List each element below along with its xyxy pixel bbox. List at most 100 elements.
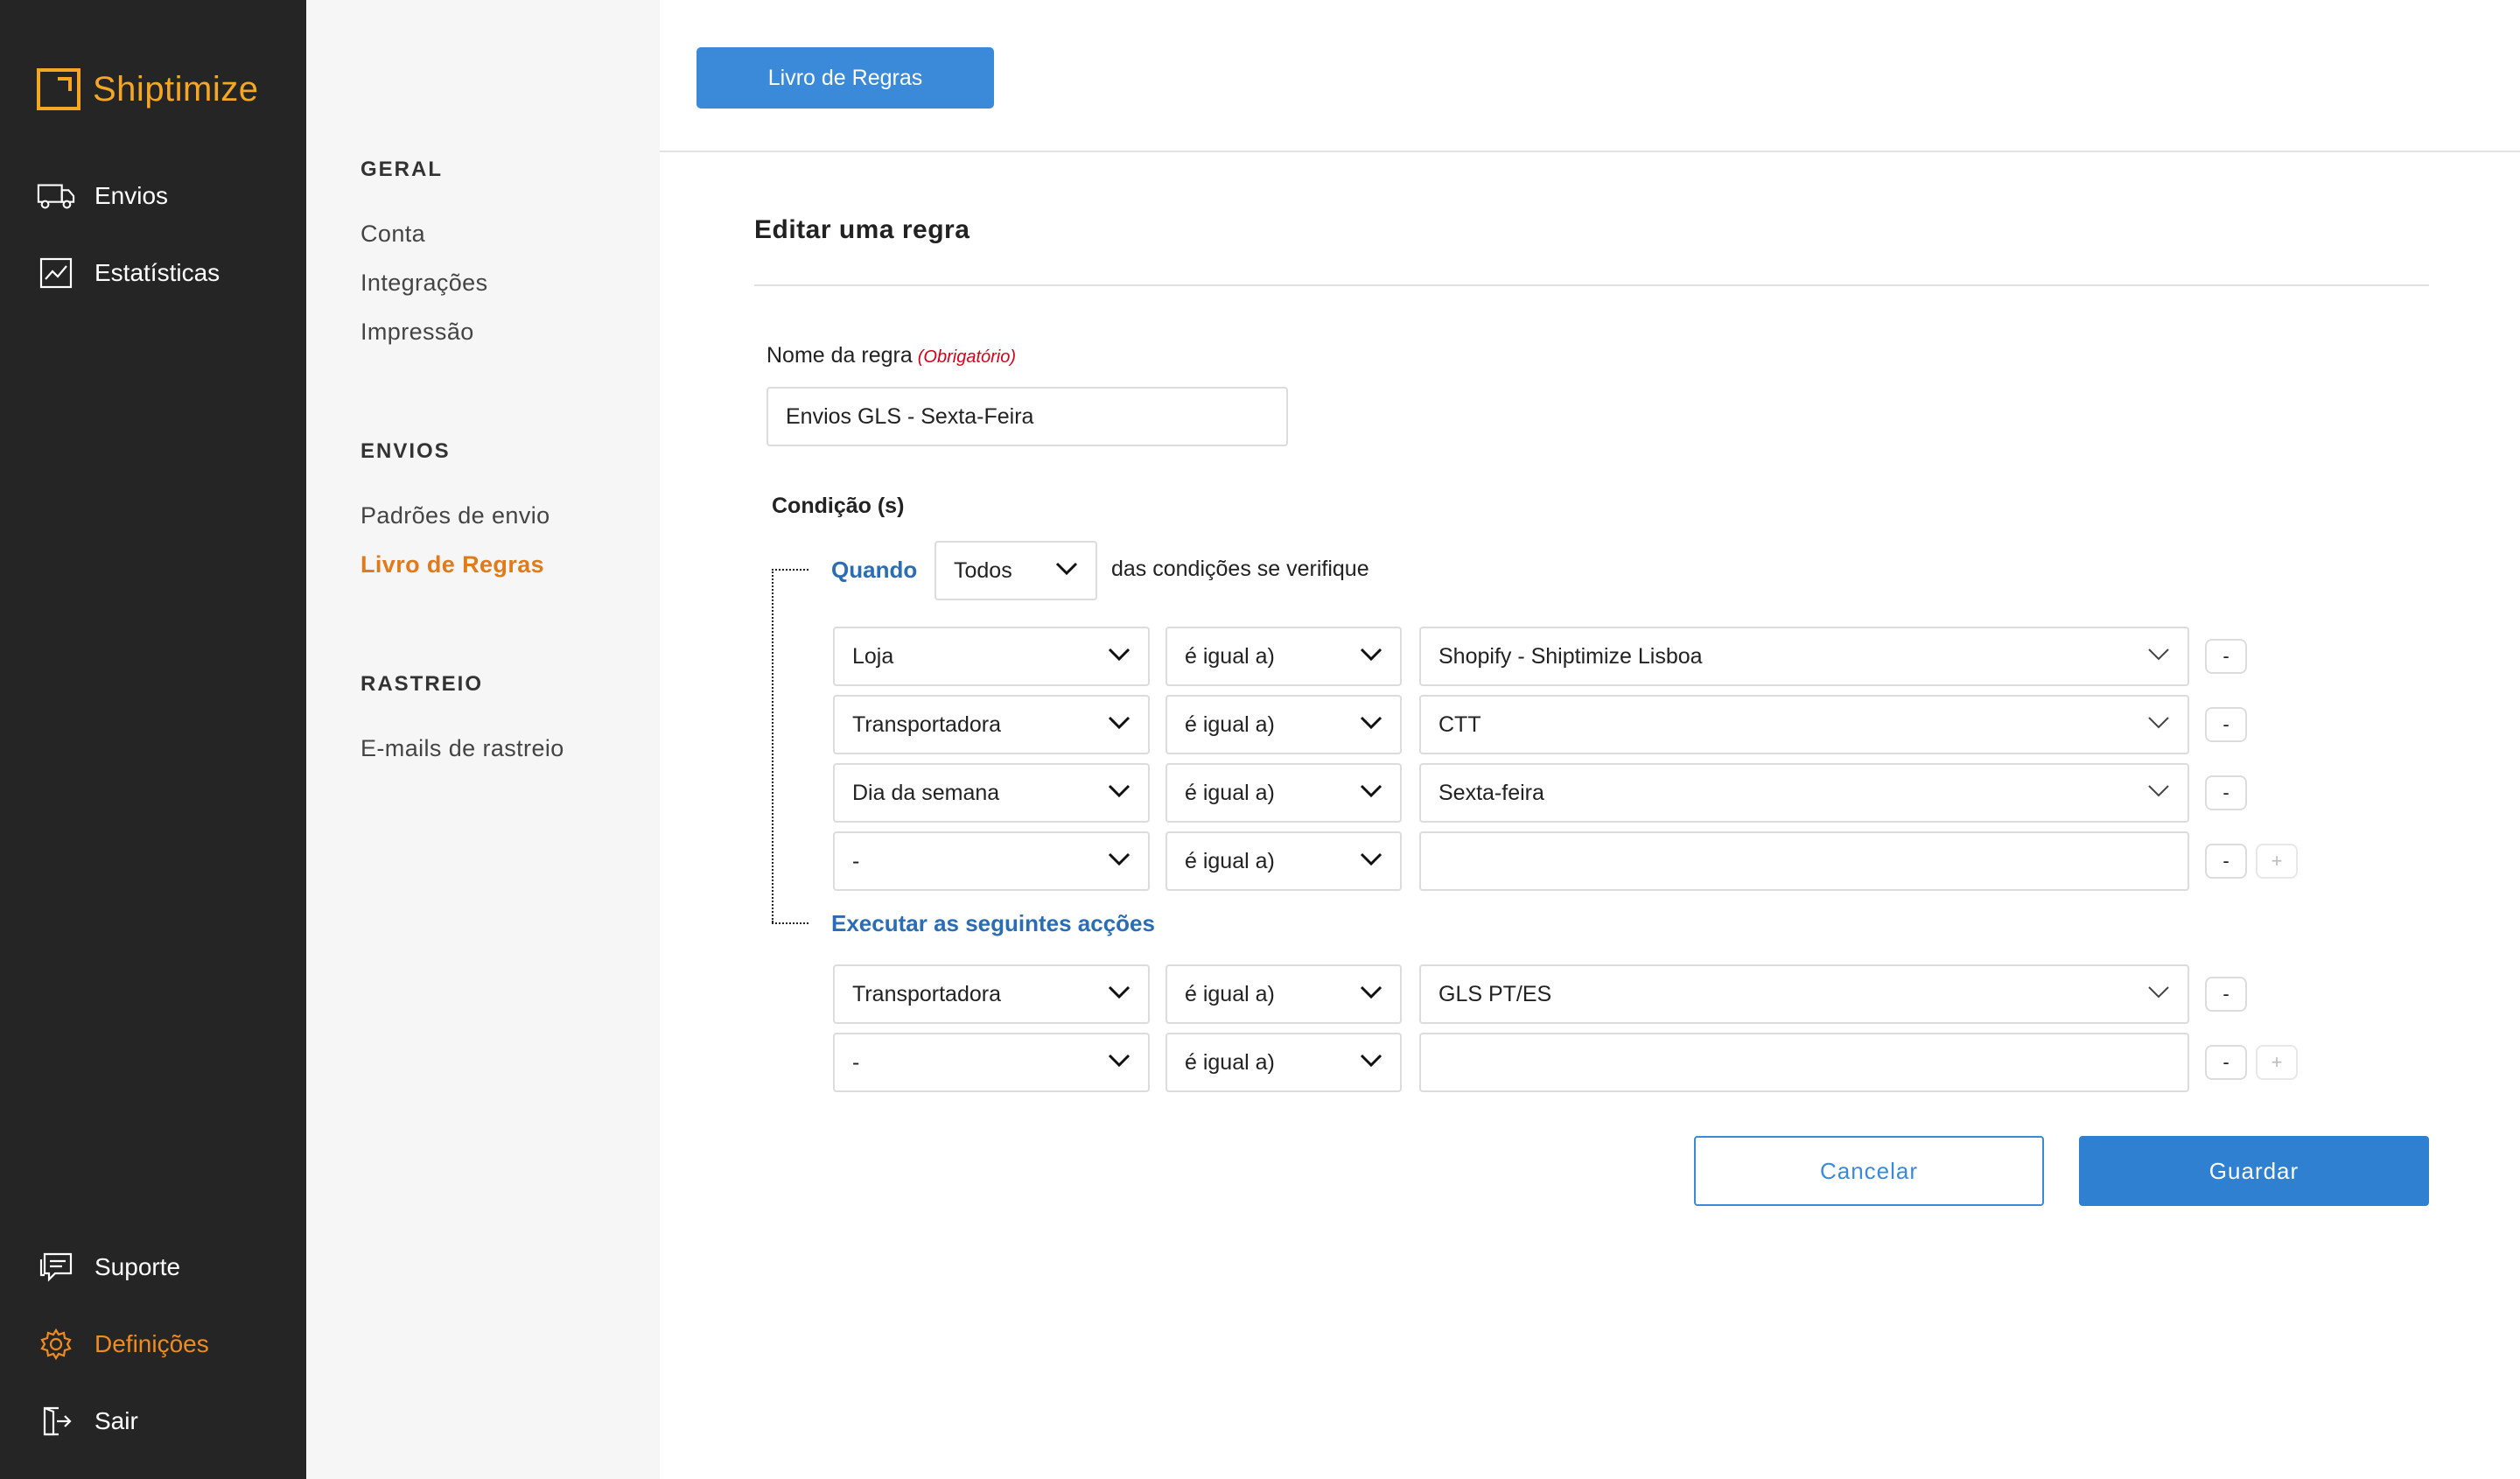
chevron-down-icon — [2147, 784, 2170, 798]
save-button[interactable]: Guardar — [2079, 1136, 2429, 1206]
rule-editor: Editar uma regra Nome da regra (Obrigatór… — [660, 154, 2520, 1479]
condition-value: Sexta-feira — [1438, 780, 1544, 805]
sidebar-item-label: Envios — [94, 182, 169, 209]
sidebar-item-label: Definições — [94, 1330, 209, 1357]
main-sidebar: Shiptimize Envios Estatísticas Suporte D… — [0, 0, 306, 1479]
chat-icon — [37, 1250, 75, 1285]
condition-operator-select[interactable]: é igual a) — [1166, 695, 1402, 754]
chart-icon — [37, 256, 75, 291]
sidebar-item-label: Suporte — [94, 1253, 181, 1280]
condition-field-select[interactable]: - — [833, 831, 1150, 891]
chevron-down-icon — [1108, 1054, 1130, 1068]
bracket-line — [772, 569, 774, 922]
condition-value-select[interactable]: CTT — [1419, 695, 2189, 754]
subnav-link-conta[interactable]: Conta — [360, 221, 425, 248]
sidebar-item-estatisticas[interactable]: Estatísticas — [37, 256, 220, 291]
remove-condition-button[interactable]: - — [2205, 844, 2247, 879]
logout-icon — [37, 1404, 75, 1439]
action-value-select[interactable]: GLS PT/ES — [1419, 964, 2189, 1024]
page-header: Livro de Regras — [660, 0, 2520, 152]
action-field-value: - — [852, 1049, 860, 1075]
rule-name-label-text: Nome da regra — [766, 343, 913, 368]
title-divider — [754, 284, 2429, 286]
gear-icon — [37, 1327, 75, 1362]
action-operator-select[interactable]: é igual a) — [1166, 1033, 1402, 1092]
tab-livro-regras[interactable]: Livro de Regras — [696, 47, 994, 109]
chevron-down-icon — [2147, 716, 2170, 730]
action-operator-value: é igual a) — [1185, 1049, 1275, 1075]
condition-field-value: Loja — [852, 643, 894, 669]
sidebar-item-label: Sair — [94, 1407, 138, 1434]
bracket-top — [772, 569, 808, 571]
match-type-select[interactable]: Todos — [934, 541, 1097, 600]
action-value-input[interactable] — [1419, 1033, 2189, 1092]
rule-name-input[interactable] — [766, 387, 1288, 446]
logo[interactable]: Shiptimize — [37, 68, 259, 110]
action-operator-select[interactable]: é igual a) — [1166, 964, 1402, 1024]
condition-field-select[interactable]: Dia da semana — [833, 763, 1150, 823]
match-type-value: Todos — [954, 557, 1012, 583]
sidebar-item-envios[interactable]: Envios — [37, 179, 168, 214]
settings-subnav: GERAL Conta Integrações Impressão ENVIOS… — [306, 0, 660, 1479]
subnav-link-impressao[interactable]: Impressão — [360, 319, 474, 346]
condition-value-select[interactable]: Shopify - Shiptimize Lisboa — [1419, 627, 2189, 686]
condition-operator-select[interactable]: é igual a) — [1166, 763, 1402, 823]
subnav-link-padroes-envio[interactable]: Padrões de envio — [360, 502, 550, 529]
sidebar-item-label: Estatísticas — [94, 259, 220, 286]
subnav-link-emails-rastreio[interactable]: E-mails de rastreio — [360, 735, 564, 762]
subnav-section-geral: GERAL — [360, 158, 443, 181]
condition-operator-select[interactable]: é igual a) — [1166, 831, 1402, 891]
action-value: GLS PT/ES — [1438, 981, 1552, 1006]
subnav-link-integracoes[interactable]: Integrações — [360, 270, 488, 297]
subnav-link-livro-regras[interactable]: Livro de Regras — [360, 551, 544, 578]
chevron-down-icon — [1108, 985, 1130, 999]
condition-operator-value: é igual a) — [1185, 643, 1275, 669]
subnav-section-rastreio: RASTREIO — [360, 672, 484, 696]
truck-icon — [37, 179, 75, 214]
subnav-section-envios: ENVIOS — [360, 439, 451, 463]
condition-operator-value: é igual a) — [1185, 848, 1275, 873]
remove-condition-button[interactable]: - — [2205, 775, 2247, 810]
add-action-button[interactable]: + — [2256, 1045, 2298, 1080]
chevron-down-icon — [1055, 562, 1078, 576]
rule-name-label: Nome da regra (Obrigatório) — [766, 343, 1016, 368]
chevron-down-icon — [1360, 716, 1382, 730]
chevron-down-icon — [2147, 648, 2170, 662]
conditions-title: Condição (s) — [772, 494, 905, 518]
chevron-down-icon — [1360, 784, 1382, 798]
action-field-value: Transportadora — [852, 981, 1001, 1006]
condition-field-value: Dia da semana — [852, 780, 1000, 805]
required-marker: (Obrigatório) — [917, 347, 1017, 367]
condition-value-input[interactable] — [1419, 831, 2189, 891]
sidebar-item-suporte[interactable]: Suporte — [37, 1250, 180, 1285]
sidebar-item-definicoes[interactable]: Definições — [37, 1327, 209, 1362]
chevron-down-icon — [1108, 784, 1130, 798]
condition-value-select[interactable]: Sexta-feira — [1419, 763, 2189, 823]
remove-condition-button[interactable]: - — [2205, 639, 2247, 674]
match-suffix-text: das condições se verifique — [1111, 557, 1369, 581]
chevron-down-icon — [1108, 852, 1130, 866]
action-field-select[interactable]: - — [833, 1033, 1150, 1092]
chevron-down-icon — [2147, 985, 2170, 999]
condition-field-value: Transportadora — [852, 711, 1001, 737]
remove-condition-button[interactable]: - — [2205, 707, 2247, 742]
condition-field-select[interactable]: Loja — [833, 627, 1150, 686]
condition-operator-value: é igual a) — [1185, 780, 1275, 805]
logo-text: Shiptimize — [93, 69, 259, 109]
when-label: Quando — [831, 557, 918, 583]
chevron-down-icon — [1108, 648, 1130, 662]
add-condition-button[interactable]: + — [2256, 844, 2298, 879]
remove-action-button[interactable]: - — [2205, 1045, 2247, 1080]
logo-mark-icon — [37, 68, 80, 110]
condition-field-value: - — [852, 848, 860, 873]
cancel-button[interactable]: Cancelar — [1694, 1136, 2044, 1206]
condition-field-select[interactable]: Transportadora — [833, 695, 1150, 754]
chevron-down-icon — [1360, 985, 1382, 999]
remove-action-button[interactable]: - — [2205, 977, 2247, 1012]
action-field-select[interactable]: Transportadora — [833, 964, 1150, 1024]
page-title: Editar uma regra — [754, 215, 970, 244]
sidebar-item-sair[interactable]: Sair — [37, 1404, 138, 1439]
chevron-down-icon — [1108, 716, 1130, 730]
condition-operator-select[interactable]: é igual a) — [1166, 627, 1402, 686]
condition-value: CTT — [1438, 711, 1481, 737]
